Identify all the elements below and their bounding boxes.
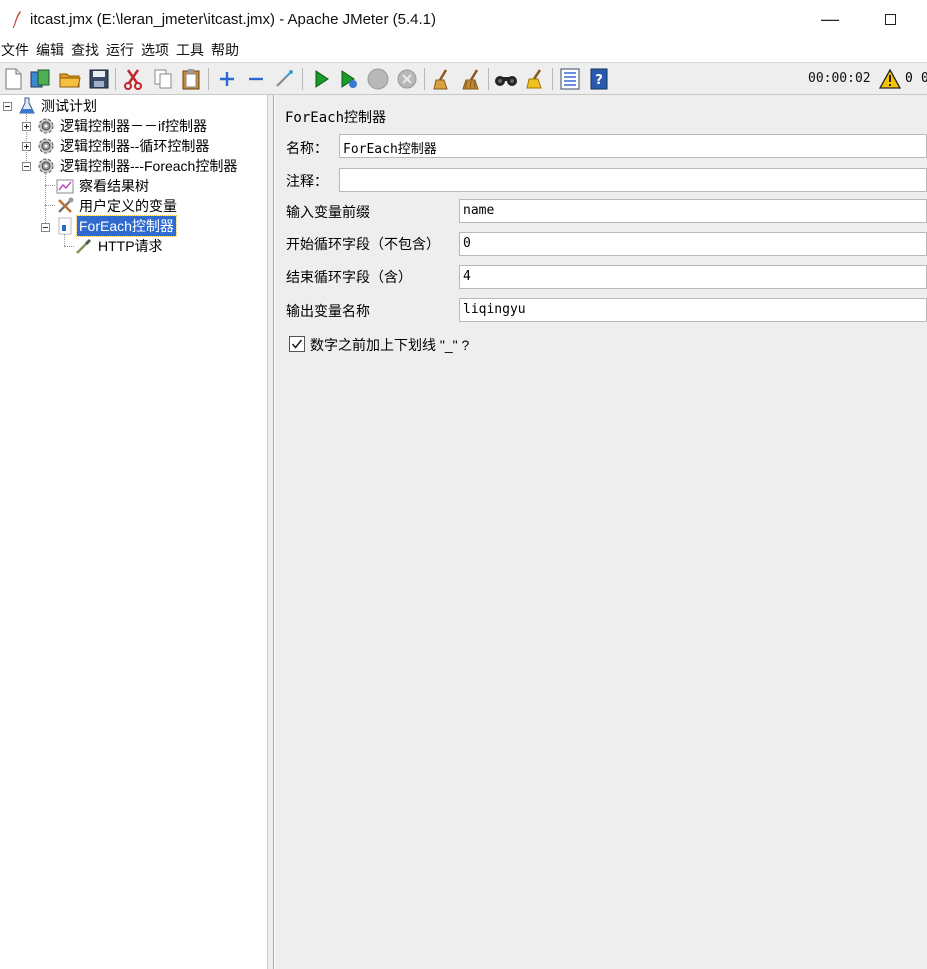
output-var-field[interactable]: liqingyu (459, 298, 927, 322)
gear-icon (37, 117, 55, 135)
tree-item-label: ForEach控制器 (76, 215, 177, 237)
menu-help[interactable]: 帮助 (210, 40, 244, 60)
test-plan-icon (18, 97, 36, 115)
toolbar-separator (488, 68, 489, 90)
tree-item-view-results[interactable]: 察看结果树 (56, 176, 151, 196)
tree-connector (45, 185, 55, 186)
tree-connector (45, 174, 46, 229)
menu-run[interactable]: 运行 (105, 40, 139, 60)
menu-options[interactable]: 选项 (140, 40, 174, 60)
clear-all-icon[interactable] (459, 67, 483, 91)
separator-checkbox-label[interactable]: 数字之前加上下划线 "_" ? (310, 335, 469, 355)
start-icon[interactable] (309, 67, 333, 91)
tree-item-user-variables[interactable]: 用户定义的变量 (56, 196, 179, 216)
gear-icon (37, 137, 55, 155)
save-icon[interactable] (87, 67, 111, 91)
search-icon[interactable] (494, 67, 518, 91)
tree-item-test-plan[interactable]: 测试计划 (18, 96, 99, 116)
function-helper-icon[interactable] (558, 67, 582, 91)
start-index-field[interactable]: 0 (459, 232, 927, 256)
tree-item-label: 用户定义的变量 (79, 198, 177, 214)
tree-item-label: 察看结果树 (79, 178, 149, 194)
tree-item-label: 测试计划 (41, 98, 97, 114)
elapsed-timer: 00:00:02 (808, 71, 871, 86)
foreach-controller-form: ForEach控制器 名称： ForEach控制器 注释： 输入变量前缀 nam… (275, 95, 927, 969)
clear-icon[interactable] (430, 67, 454, 91)
panel-splitter[interactable] (268, 95, 274, 969)
start-index-label: 开始循环字段（不包含） (286, 236, 440, 252)
templates-icon[interactable] (28, 67, 52, 91)
toolbar: ? 00:00:02 0 0 (0, 62, 927, 95)
toolbar-separator (424, 68, 425, 90)
help-icon[interactable]: ? (587, 67, 611, 91)
tree-item-label: 逻辑控制器--循环控制器 (60, 138, 210, 154)
maximize-icon (884, 13, 896, 25)
tree-item-http-request[interactable]: HTTP请求 (75, 236, 165, 256)
separator-checkbox[interactable] (289, 336, 305, 352)
shutdown-icon[interactable] (395, 67, 419, 91)
tree-collapse-toggle[interactable] (22, 162, 31, 171)
output-var-label: 输出变量名称 (286, 303, 370, 319)
tree-expand-toggle[interactable] (22, 122, 31, 131)
tree-item-label: 逻辑控制器－－if控制器 (60, 118, 207, 134)
svg-text:?: ? (595, 73, 603, 88)
form-title: ForEach控制器 (285, 110, 387, 126)
toolbar-separator (552, 68, 553, 90)
toolbar-separator (302, 68, 303, 90)
cut-icon[interactable] (121, 67, 145, 91)
comment-label: 注释： (286, 173, 328, 189)
chart-icon (56, 177, 74, 195)
paste-icon[interactable] (179, 67, 203, 91)
wrench-icon (56, 197, 74, 215)
tree-connector (64, 246, 74, 247)
checkmark-icon (291, 339, 303, 349)
name-label: 名称： (286, 140, 328, 156)
end-index-label: 结束循环字段（含） (286, 269, 412, 285)
gear-icon (37, 157, 55, 175)
comment-field[interactable] (339, 168, 927, 192)
menu-search[interactable]: 查找 (70, 40, 104, 60)
copy-icon[interactable] (151, 67, 175, 91)
tree-item-loop-controller[interactable]: 逻辑控制器--循环控制器 (37, 136, 211, 156)
active-threads-count: 0 (921, 71, 927, 86)
tree-item-foreach-group[interactable]: 逻辑控制器---Foreach控制器 (37, 156, 239, 176)
title-bar: itcast.jmx (E:\leran_jmeter\itcast.jmx) … (0, 0, 927, 38)
menu-file[interactable]: 文件 (0, 40, 34, 60)
menu-bar: 文件 编辑 查找 运行 选项 工具 帮助 (0, 38, 927, 62)
tree-item-if-controller[interactable]: 逻辑控制器－－if控制器 (37, 116, 209, 136)
input-prefix-field[interactable]: name (459, 199, 927, 223)
end-index-field[interactable]: 4 (459, 265, 927, 289)
foreach-icon (56, 217, 74, 235)
toolbar-separator (208, 68, 209, 90)
tree-collapse-toggle[interactable] (41, 223, 50, 232)
tree-connector (45, 205, 55, 206)
new-icon[interactable] (1, 67, 25, 91)
menu-tools[interactable]: 工具 (175, 40, 209, 60)
collapse-icon[interactable] (244, 67, 268, 91)
tree-expand-toggle[interactable] (22, 142, 31, 151)
input-prefix-label: 输入变量前缀 (286, 204, 370, 220)
warning-count: 0 (905, 71, 913, 86)
minimize-button[interactable]: — (818, 8, 842, 30)
tree-collapse-toggle[interactable] (3, 102, 12, 111)
maximize-button[interactable] (878, 8, 902, 30)
window-title: itcast.jmx (E:\leran_jmeter\itcast.jmx) … (30, 10, 436, 28)
toolbar-separator (115, 68, 116, 90)
test-plan-tree: 测试计划 逻辑控制器－－if控制器 逻辑控制器--循环控制器 逻辑控制器---F… (0, 95, 268, 969)
name-field[interactable]: ForEach控制器 (339, 134, 927, 158)
tree-item-foreach-controller[interactable]: ForEach控制器 (56, 215, 177, 237)
tree-item-label: HTTP请求 (98, 238, 163, 254)
warning-icon[interactable] (878, 68, 902, 89)
open-icon[interactable] (58, 67, 82, 91)
expand-icon[interactable] (215, 67, 239, 91)
stop-icon[interactable] (366, 67, 390, 91)
pipette-icon (75, 237, 93, 255)
tree-item-label: 逻辑控制器---Foreach控制器 (60, 158, 238, 174)
jmeter-feather-icon (6, 8, 28, 30)
menu-edit[interactable]: 编辑 (35, 40, 69, 60)
reset-search-icon[interactable] (523, 67, 547, 91)
start-no-pause-icon[interactable] (337, 67, 361, 91)
toggle-icon[interactable] (273, 67, 297, 91)
